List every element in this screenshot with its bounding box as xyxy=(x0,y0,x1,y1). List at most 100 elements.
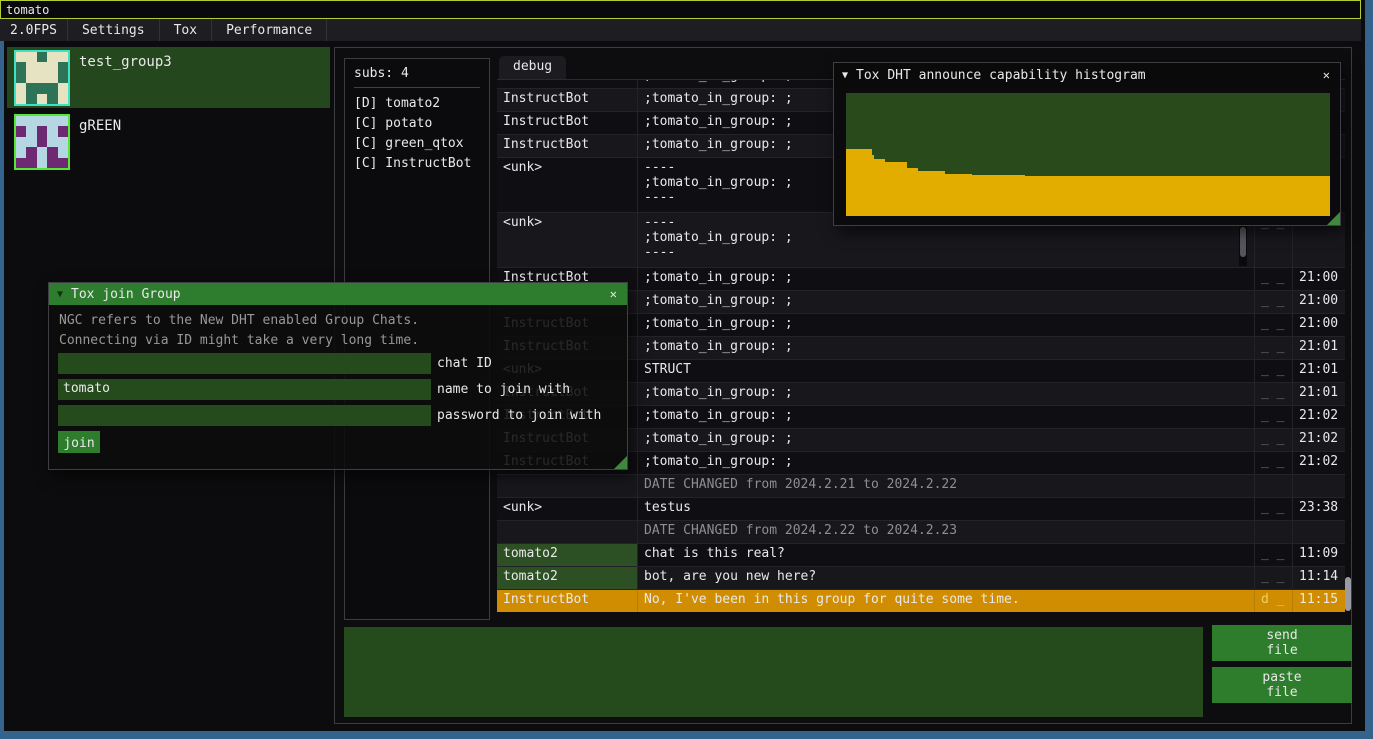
message-row[interactable]: DATE CHANGED from 2024.2.21 to 2024.2.22 xyxy=(497,475,1345,498)
subs-header: subs: 4 xyxy=(354,66,480,81)
message-row[interactable]: tomato2bot, are you new here?_ _11:14 xyxy=(497,567,1345,590)
delivery-marks-cell: _ _ xyxy=(1255,544,1293,566)
tab-debug-label: debug xyxy=(513,59,552,74)
timestamp-cell: 21:00 xyxy=(1293,291,1345,313)
timestamp-cell: 11:15 xyxy=(1293,590,1345,612)
group-avatar xyxy=(14,114,70,170)
group-item-gREEN[interactable]: gREEN xyxy=(7,111,330,172)
join-button[interactable]: join xyxy=(58,431,100,453)
message-text-cell: chat is this real? xyxy=(638,544,1255,566)
join-input-label: password to join with xyxy=(437,408,601,423)
histogram-window: ▼ Tox DHT announce capability histogram … xyxy=(833,62,1341,226)
histogram-window-title: Tox DHT announce capability histogram xyxy=(856,68,1313,83)
histogram-plot xyxy=(846,93,1330,216)
send-file-button[interactable]: send file xyxy=(1212,625,1352,661)
group-item-test_group3[interactable]: test_group3 xyxy=(7,47,330,108)
delivery-marks-cell: _ _ xyxy=(1255,567,1293,589)
message-text-cell: ;tomato_in_group: ; xyxy=(638,291,1255,313)
resize-grip-icon[interactable] xyxy=(614,456,627,469)
timestamp-cell: 21:02 xyxy=(1293,429,1345,451)
message-row[interactable]: tomato2chat is this real?_ _11:09 xyxy=(497,544,1345,567)
tab-debug[interactable]: debug xyxy=(499,56,566,79)
delivery-marks-cell: _ _ xyxy=(1255,452,1293,474)
sender-name-cell: InstructBot xyxy=(497,112,638,134)
delivery-marks-cell: _ _ xyxy=(1255,268,1293,290)
delivery-marks-cell: _ _ xyxy=(1255,360,1293,382)
join-input-name-to-join-with[interactable]: tomato xyxy=(58,379,431,400)
delivery-marks-cell: _ _ xyxy=(1255,429,1293,451)
histogram-bar xyxy=(874,159,885,216)
message-text-cell: ;tomato_in_group: ; xyxy=(638,383,1255,405)
inner-scrollbar-thumb[interactable] xyxy=(1240,227,1246,257)
message-text-cell: ;tomato_in_group: ; xyxy=(638,314,1255,336)
sender-name-cell: <unk> xyxy=(497,158,638,212)
message-text-cell: ;tomato_in_group: ; xyxy=(638,337,1255,359)
histogram-bar xyxy=(1025,176,1329,216)
histogram-bar xyxy=(846,149,872,216)
close-icon[interactable]: ✕ xyxy=(1321,68,1332,82)
sub-member-item[interactable]: [C] green_qtox xyxy=(354,134,480,154)
collapse-icon[interactable]: ▼ xyxy=(57,289,63,300)
delivery-marks-cell xyxy=(1255,475,1293,497)
resize-grip-icon[interactable] xyxy=(1327,212,1340,225)
message-text-cell: bot, are you new here? xyxy=(638,567,1255,589)
menu-item-performance[interactable]: Performance xyxy=(212,19,327,41)
sub-member-item[interactable]: [D] tomato2 xyxy=(354,94,480,114)
chat-scrollbar[interactable] xyxy=(1344,79,1352,612)
message-row[interactable]: InstructBotNo, I've been in this group f… xyxy=(497,590,1345,612)
sender-name-cell: InstructBot xyxy=(497,590,638,612)
timestamp-cell: 21:01 xyxy=(1293,383,1345,405)
message-text-cell: No, I've been in this group for quite so… xyxy=(638,590,1255,612)
timestamp-cell: 21:02 xyxy=(1293,452,1345,474)
sub-member-item[interactable]: [C] InstructBot xyxy=(354,154,480,174)
join-window-title: Tox join Group xyxy=(71,287,600,302)
join-fields: chat IDtomatoname to join withpassword t… xyxy=(58,353,623,431)
timestamp-cell: 11:09 xyxy=(1293,544,1345,566)
sender-name-cell: <unk> xyxy=(497,213,638,267)
window-title: tomato xyxy=(6,3,49,17)
message-text-cell: STRUCT xyxy=(638,360,1255,382)
subs-separator xyxy=(354,87,480,88)
sub-member-item[interactable]: [C] potato xyxy=(354,114,480,134)
join-note-line2: Connecting via ID might take a very long… xyxy=(59,333,419,348)
message-text-cell: ;tomato_in_group: ; xyxy=(638,429,1255,451)
sender-name-cell: InstructBot xyxy=(497,79,638,88)
delivery-marks-cell: _ _ xyxy=(1255,406,1293,428)
subs-list: [D] tomato2[C] potato[C] green_qtox[C] I… xyxy=(354,94,480,174)
menu-item-settings[interactable]: Settings xyxy=(68,19,160,41)
timestamp-cell: 21:00 xyxy=(1293,314,1345,336)
os-titlebar[interactable]: tomato xyxy=(0,0,1361,19)
join-note-line1: NGC refers to the New DHT enabled Group … xyxy=(59,313,419,328)
delivery-marks-cell: _ _ xyxy=(1255,383,1293,405)
histogram-bar xyxy=(918,171,945,217)
message-text-cell: DATE CHANGED from 2024.2.22 to 2024.2.23 xyxy=(638,521,1255,543)
timestamp-cell: 21:02 xyxy=(1293,406,1345,428)
histogram-bar xyxy=(885,162,907,216)
tomato-app: tomato 2.0FPSSettingsToxPerformance test… xyxy=(0,0,1373,739)
sender-name-cell: tomato2 xyxy=(497,544,638,566)
paste-file-button[interactable]: paste file xyxy=(1212,667,1352,703)
join-input-password-to-join-with[interactable] xyxy=(58,405,431,426)
histogram-bar xyxy=(907,168,918,216)
join-input-chat-ID[interactable] xyxy=(58,353,431,374)
sender-name-cell: <unk> xyxy=(497,498,638,520)
message-row[interactable]: <unk>testus_ _23:38 xyxy=(497,498,1345,521)
join-input-label: chat ID xyxy=(437,356,492,371)
join-window-titlebar[interactable]: ▼ Tox join Group ✕ xyxy=(49,283,627,305)
delivery-marks-cell xyxy=(1255,521,1293,543)
join-field-row: chat ID xyxy=(58,353,623,379)
timestamp-cell xyxy=(1293,521,1345,543)
chat-scrollbar-thumb[interactable] xyxy=(1345,577,1351,611)
sender-name-cell xyxy=(497,521,638,543)
message-input[interactable] xyxy=(344,627,1203,717)
delivery-marks-cell: _ _ xyxy=(1255,291,1293,313)
timestamp-cell: 21:01 xyxy=(1293,337,1345,359)
message-row[interactable]: DATE CHANGED from 2024.2.22 to 2024.2.23 xyxy=(497,521,1345,544)
collapse-icon[interactable]: ▼ xyxy=(842,70,848,81)
sender-name-cell: tomato2 xyxy=(497,567,638,589)
menu-item-tox[interactable]: Tox xyxy=(160,19,212,41)
message-text-cell: ;tomato_in_group: ; xyxy=(638,452,1255,474)
histogram-window-titlebar[interactable]: ▼ Tox DHT announce capability histogram … xyxy=(834,63,1340,87)
message-text-cell: ;tomato_in_group: ; xyxy=(638,406,1255,428)
close-icon[interactable]: ✕ xyxy=(608,287,619,301)
